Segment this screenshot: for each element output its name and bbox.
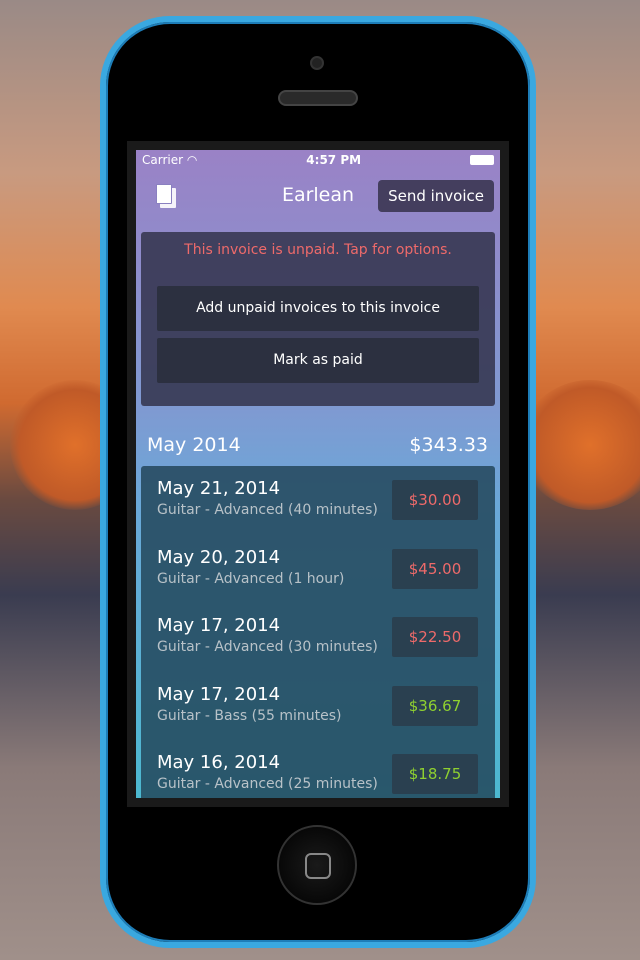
list-item[interactable]: May 21, 2014 Guitar - Advanced (40 minut…	[141, 470, 495, 539]
wifi-icon: ◠	[186, 153, 198, 167]
speaker	[278, 90, 358, 106]
status-bar: Carrier ◠ 4:57 PM	[136, 150, 500, 170]
list-item[interactable]: May 16, 2014 Guitar - Advanced (25 minut…	[141, 744, 495, 798]
list-item[interactable]: May 17, 2014 Guitar - Bass (55 minutes) …	[141, 676, 495, 745]
background-bokeh	[520, 380, 640, 510]
lesson-price[interactable]: $45.00	[392, 548, 478, 589]
lesson-price[interactable]: $36.67	[392, 685, 478, 726]
lesson-price[interactable]: $30.00	[392, 480, 478, 520]
mark-paid-button[interactable]: Mark as paid	[157, 338, 479, 383]
list-item[interactable]: May 17, 2014 Guitar - Advanced (30 minut…	[141, 607, 495, 676]
lesson-price[interactable]: $22.50	[392, 617, 478, 657]
home-button[interactable]	[277, 825, 357, 905]
lesson-price[interactable]: $18.75	[392, 754, 478, 794]
nav-bar: Earlean Send invoice	[136, 170, 500, 224]
clock: 4:57 PM	[306, 153, 362, 167]
screen: Carrier ◠ 4:57 PM Earlean Send invoice T…	[136, 150, 500, 798]
month-label: May 2014	[147, 434, 241, 456]
unpaid-alert[interactable]: This invoice is unpaid. Tap for options.…	[141, 232, 495, 406]
unpaid-message[interactable]: This invoice is unpaid. Tap for options.	[157, 242, 479, 258]
send-invoice-button[interactable]: Send invoice	[378, 180, 494, 212]
list-item[interactable]: May 20, 2014 Guitar - Advanced (1 hour) …	[141, 539, 495, 608]
month-total: $343.33	[409, 434, 488, 456]
camera	[310, 56, 324, 70]
battery-icon	[470, 155, 494, 165]
lesson-list: May 21, 2014 Guitar - Advanced (40 minut…	[141, 466, 495, 798]
month-header: May 2014 $343.33	[136, 434, 500, 456]
add-unpaid-button[interactable]: Add unpaid invoices to this invoice	[157, 286, 479, 331]
carrier: Carrier	[142, 153, 184, 167]
